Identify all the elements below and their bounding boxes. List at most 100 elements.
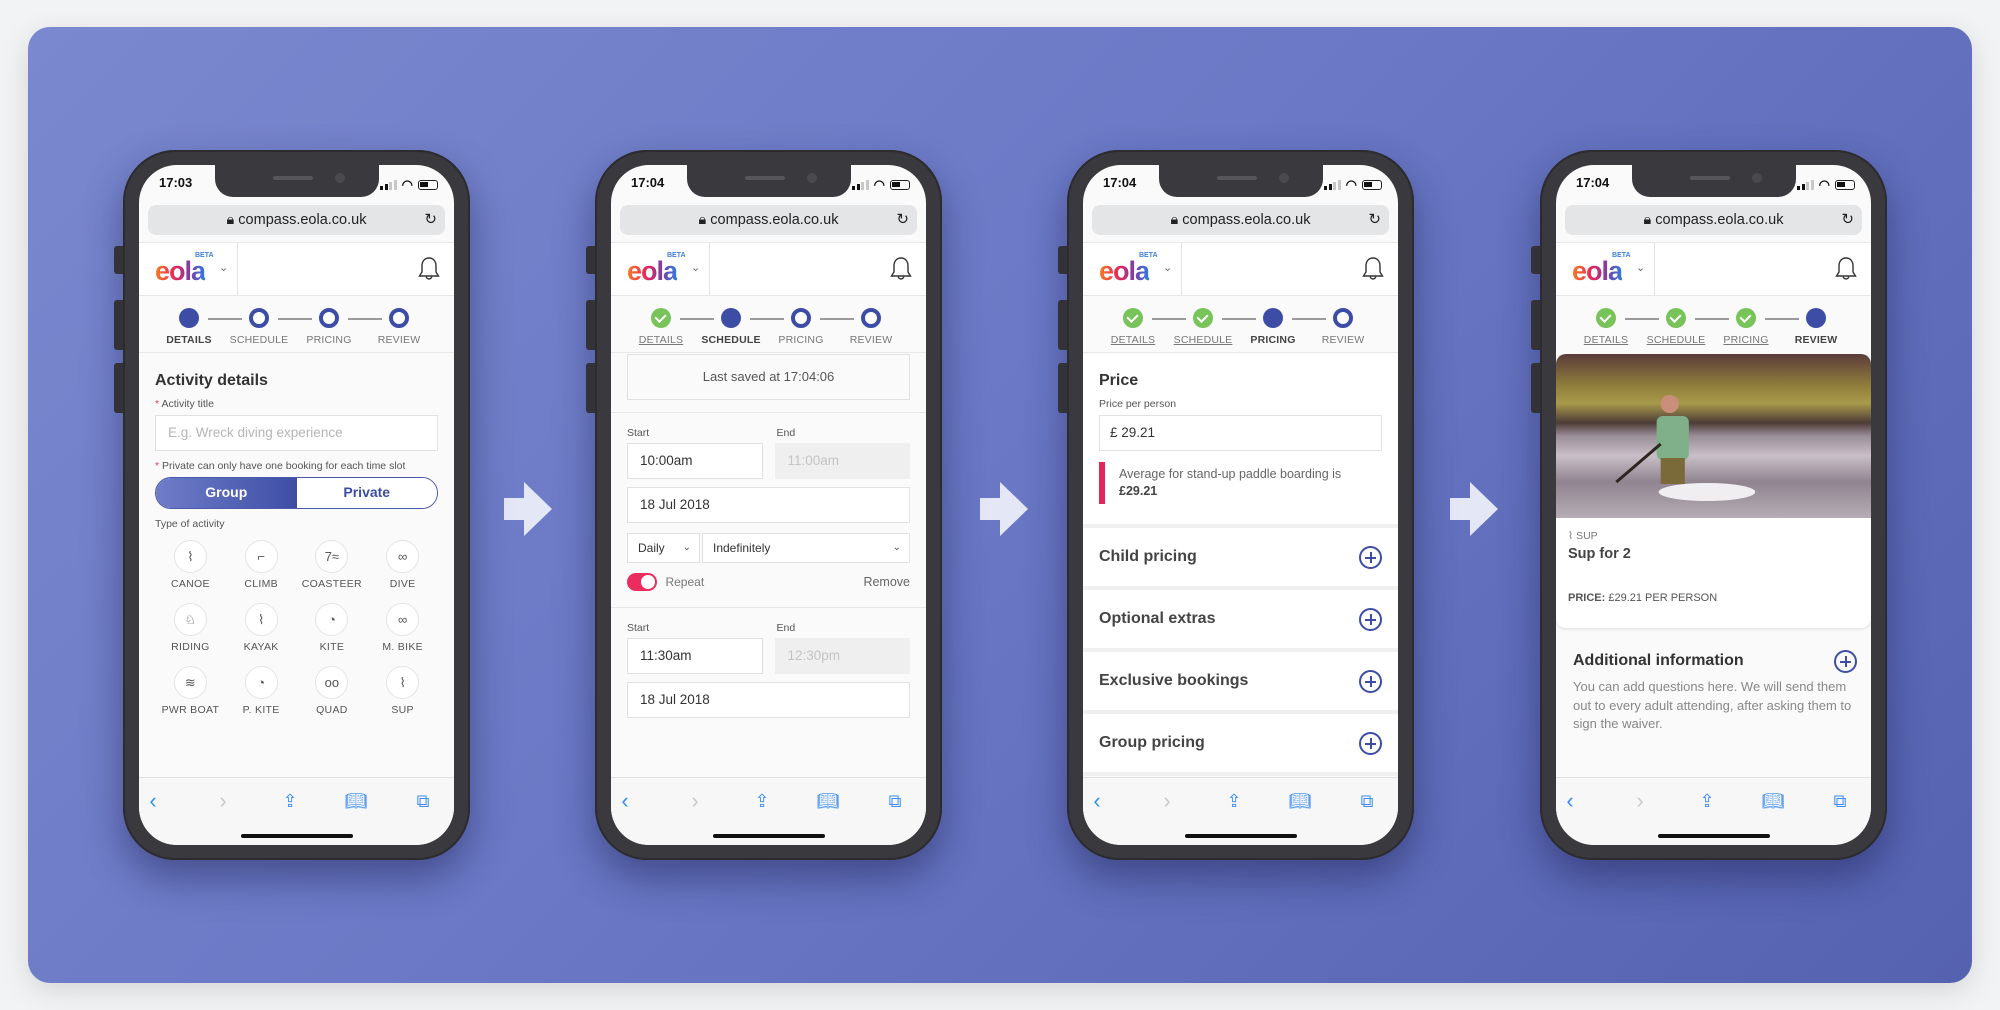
price-input[interactable]: £ 29.21 bbox=[1099, 415, 1382, 451]
date-input[interactable]: 18 Jul 2018 bbox=[627, 682, 910, 718]
start-time-input[interactable]: 10:00am bbox=[627, 443, 763, 479]
tabs-icon[interactable]: ⧉ bbox=[1353, 788, 1381, 814]
chevron-down-icon[interactable]: ⌄ bbox=[219, 261, 228, 274]
bookmarks-icon[interactable]: 📖︎ bbox=[342, 788, 370, 814]
activity-option[interactable]: ⌇ SUP bbox=[367, 666, 438, 716]
until-select[interactable]: Indefinitely ⌄ bbox=[702, 533, 910, 563]
back-icon[interactable]: ‹ bbox=[611, 788, 639, 814]
date-input[interactable]: 18 Jul 2018 bbox=[627, 487, 910, 523]
activity-option[interactable]: ◔ KITE bbox=[297, 603, 368, 653]
back-icon[interactable]: ‹ bbox=[139, 788, 167, 814]
group-pricing-section[interactable]: Group pricing bbox=[1083, 714, 1398, 776]
step-details[interactable]: DETAILS bbox=[1571, 308, 1641, 346]
step-review[interactable]: REVIEW bbox=[364, 308, 434, 346]
plus-icon[interactable] bbox=[1834, 650, 1857, 673]
private-option[interactable]: Private bbox=[296, 478, 437, 508]
tabs-icon[interactable]: ⧉ bbox=[881, 788, 909, 814]
price-per-person-label: Price per person bbox=[1099, 398, 1177, 410]
activity-title-input[interactable]: E.g. Wreck diving experience bbox=[155, 415, 438, 451]
signal-icon bbox=[852, 180, 869, 190]
share-icon[interactable]: ⇪ bbox=[1693, 788, 1721, 814]
share-icon[interactable]: ⇪ bbox=[748, 788, 776, 814]
step-pricing[interactable]: PRICING bbox=[294, 308, 364, 346]
check-icon bbox=[651, 308, 671, 328]
exclusive-bookings-section[interactable]: Exclusive bookings bbox=[1083, 652, 1398, 714]
sup-icon: ⌇ bbox=[1568, 530, 1574, 542]
step-schedule[interactable]: SCHEDULE bbox=[696, 308, 766, 346]
activity-option[interactable]: ⌐ CLIMB bbox=[226, 540, 297, 590]
bell-icon[interactable] bbox=[1835, 256, 1857, 282]
step-review[interactable]: REVIEW bbox=[1781, 308, 1851, 346]
step-details[interactable]: DETAILS bbox=[626, 308, 696, 346]
step-review[interactable]: REVIEW bbox=[1308, 308, 1378, 346]
reload-icon[interactable]: ↻ bbox=[896, 205, 909, 235]
tabs-icon[interactable]: ⧉ bbox=[409, 788, 437, 814]
group-option[interactable]: Group bbox=[156, 478, 297, 508]
step-details[interactable]: DETAILS bbox=[1098, 308, 1168, 346]
child-pricing-section[interactable]: Child pricing bbox=[1083, 528, 1398, 590]
step-pricing[interactable]: PRICING bbox=[1711, 308, 1781, 346]
back-icon[interactable]: ‹ bbox=[1556, 788, 1584, 814]
step-details[interactable]: DETAILS bbox=[154, 308, 224, 346]
start-time-input[interactable]: 11:30am bbox=[627, 638, 763, 674]
share-icon[interactable]: ⇪ bbox=[276, 788, 304, 814]
beta-badge: BETA bbox=[1612, 252, 1631, 259]
chevron-down-icon[interactable]: ⌄ bbox=[691, 261, 700, 274]
plus-icon[interactable] bbox=[1359, 546, 1382, 569]
activity-option[interactable]: ◔ P. KITE bbox=[226, 666, 297, 716]
plus-icon[interactable] bbox=[1359, 608, 1382, 631]
activity-option[interactable]: ∞ M. BIKE bbox=[367, 603, 438, 653]
forward-icon[interactable]: › bbox=[1153, 788, 1181, 814]
frequency-select[interactable]: Daily ⌄ bbox=[627, 533, 700, 563]
step-schedule[interactable]: SCHEDULE bbox=[224, 308, 294, 346]
step-schedule[interactable]: SCHEDULE bbox=[1168, 308, 1238, 346]
activity-label: KAYAK bbox=[243, 641, 279, 653]
activity-card[interactable]: ⌇ SUP Sup for 2 PRICE: £29.21 PER PERSON bbox=[1556, 354, 1871, 628]
bookmarks-icon[interactable]: 📖︎ bbox=[1286, 788, 1314, 814]
booking-type-toggle[interactable]: Group Private bbox=[155, 477, 438, 509]
reload-icon[interactable]: ↻ bbox=[424, 205, 437, 235]
reload-icon[interactable]: ↻ bbox=[1841, 205, 1854, 235]
bell-icon[interactable] bbox=[890, 256, 912, 282]
activity-option[interactable]: ⌇ KAYAK bbox=[226, 603, 297, 653]
forward-icon[interactable]: › bbox=[681, 788, 709, 814]
address-bar[interactable]: 🔒︎ compass.eola.co.uk ↻ bbox=[1092, 205, 1389, 235]
eola-logo[interactable]: eola bbox=[627, 256, 678, 287]
address-bar[interactable]: 🔒︎ compass.eola.co.uk ↻ bbox=[148, 205, 445, 235]
step-pricing[interactable]: PRICING bbox=[1238, 308, 1308, 346]
activity-option[interactable]: ♘ RIDING bbox=[155, 603, 226, 653]
step-pricing[interactable]: PRICING bbox=[766, 308, 836, 346]
activity-price: PRICE: £29.21 PER PERSON bbox=[1568, 592, 1718, 604]
share-icon[interactable]: ⇪ bbox=[1220, 788, 1248, 814]
eola-logo[interactable]: eola bbox=[1099, 256, 1150, 287]
eola-logo[interactable]: eola bbox=[1572, 256, 1623, 287]
activity-option[interactable]: 7≈ COASTEER bbox=[297, 540, 368, 590]
plus-icon[interactable] bbox=[1359, 732, 1382, 755]
reload-icon[interactable]: ↻ bbox=[1368, 205, 1381, 235]
bookmarks-icon[interactable]: 📖︎ bbox=[1759, 788, 1787, 814]
bookmarks-icon[interactable]: 📖︎ bbox=[814, 788, 842, 814]
tabs-icon[interactable]: ⧉ bbox=[1826, 788, 1854, 814]
activity-option[interactable]: ∞ DIVE bbox=[367, 540, 438, 590]
bell-icon[interactable] bbox=[418, 256, 440, 282]
address-bar[interactable]: 🔒︎ compass.eola.co.uk ↻ bbox=[620, 205, 917, 235]
repeat-toggle[interactable] bbox=[627, 573, 657, 591]
chevron-down-icon[interactable]: ⌄ bbox=[1636, 261, 1645, 274]
step-schedule[interactable]: SCHEDULE bbox=[1641, 308, 1711, 346]
plus-icon[interactable] bbox=[1359, 670, 1382, 693]
chevron-down-icon[interactable]: ⌄ bbox=[1163, 261, 1172, 274]
activity-option[interactable]: oo QUAD bbox=[297, 666, 368, 716]
additional-info-section: Additional information You can add quest… bbox=[1556, 630, 1871, 777]
remove-button[interactable]: Remove bbox=[863, 575, 910, 589]
forward-icon[interactable]: › bbox=[209, 788, 237, 814]
eola-logo[interactable]: eola bbox=[155, 256, 206, 287]
back-icon[interactable]: ‹ bbox=[1083, 788, 1111, 814]
step-review[interactable]: REVIEW bbox=[836, 308, 906, 346]
bell-icon[interactable] bbox=[1362, 256, 1384, 282]
address-bar[interactable]: 🔒︎ compass.eola.co.uk ↻ bbox=[1565, 205, 1862, 235]
optional-extras-section[interactable]: Optional extras bbox=[1083, 590, 1398, 652]
activity-option[interactable]: ⌇ CANOE bbox=[155, 540, 226, 590]
forward-icon[interactable]: › bbox=[1626, 788, 1654, 814]
activity-option[interactable]: ≋ PWR BOAT bbox=[155, 666, 226, 716]
lock-icon: 🔒︎ bbox=[1170, 212, 1179, 228]
